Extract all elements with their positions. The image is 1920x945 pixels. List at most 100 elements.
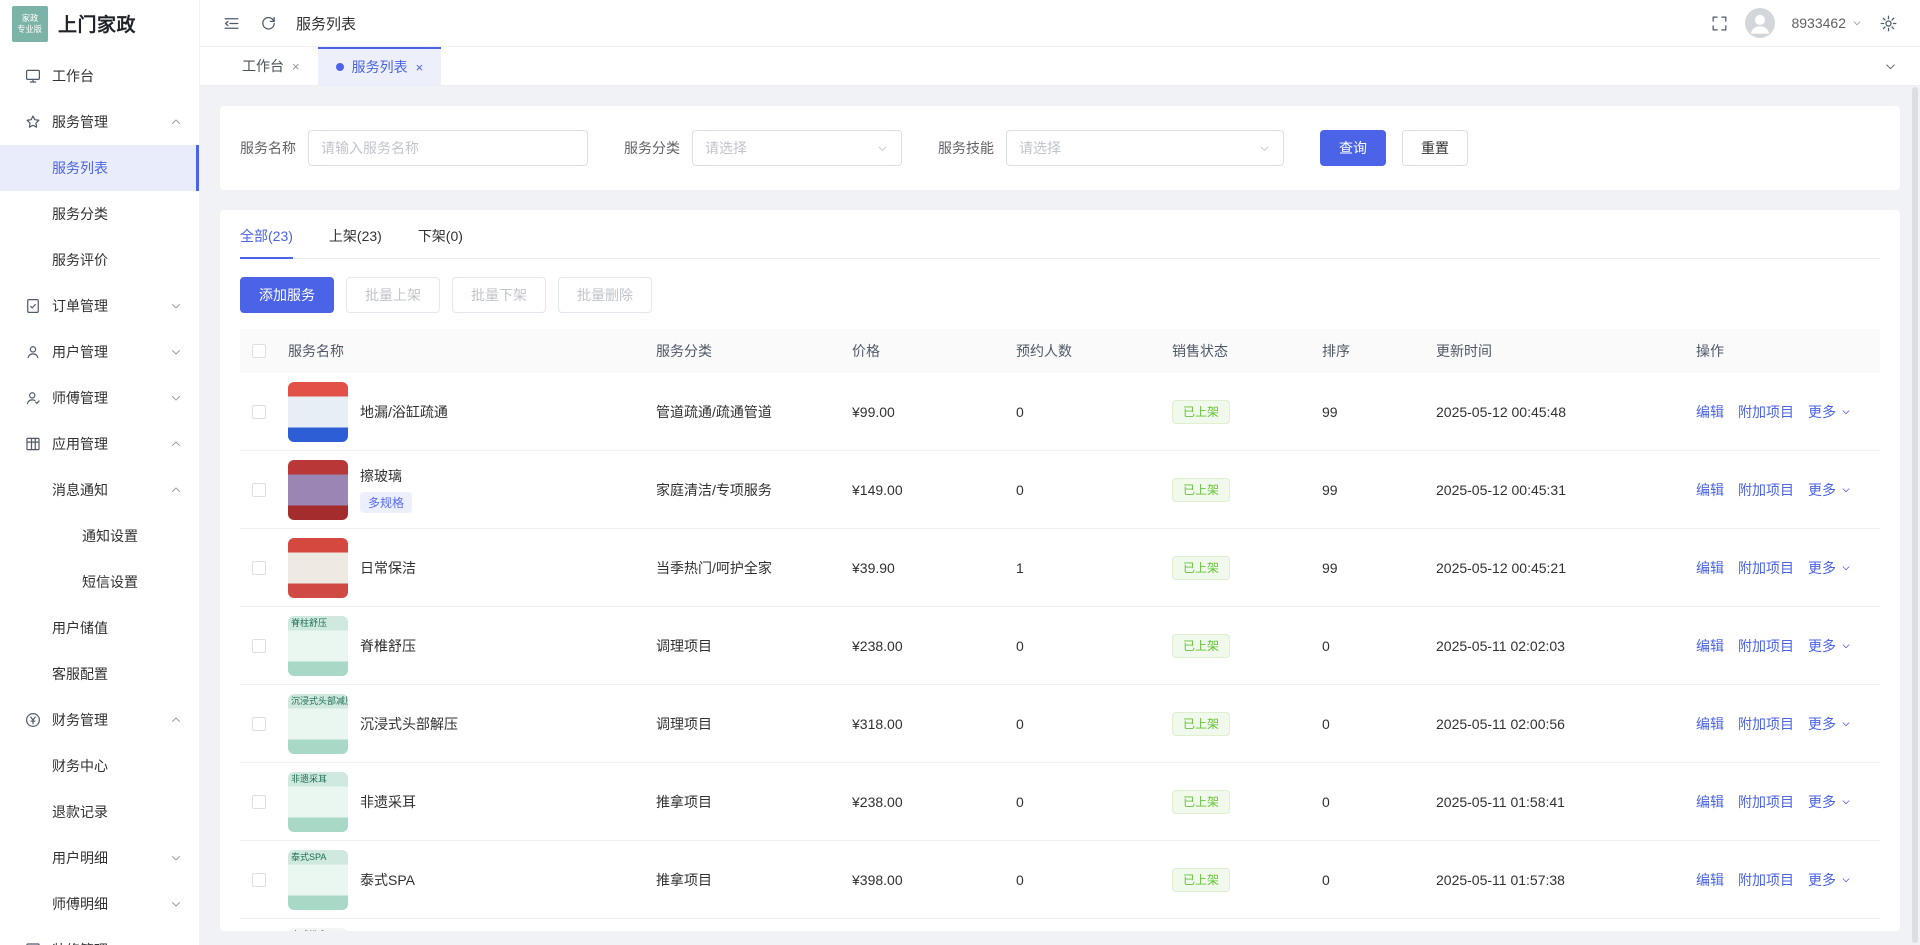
service-name: 脊椎舒压: [360, 636, 416, 656]
sidebar-item[interactable]: 服务评价: [0, 237, 199, 283]
addon-items-link[interactable]: 附加项目: [1738, 714, 1794, 734]
service-category: 当季热门/呵护全家: [656, 558, 852, 578]
edit-link[interactable]: 编辑: [1696, 402, 1724, 422]
more-link[interactable]: 更多: [1808, 714, 1852, 734]
topbar-right: 8933462: [1710, 8, 1898, 38]
sidebar-item-label: 服务评价: [52, 250, 108, 270]
more-link[interactable]: 更多: [1808, 870, 1852, 890]
sidebar-item[interactable]: 退款记录: [0, 789, 199, 835]
more-link[interactable]: 更多: [1808, 480, 1852, 500]
sidebar-item[interactable]: 应用管理: [0, 421, 199, 467]
avatar[interactable]: [1745, 8, 1775, 38]
sidebar-item[interactable]: 服务列表: [0, 145, 199, 191]
search-button[interactable]: 查询: [1320, 130, 1386, 166]
sidebar-item[interactable]: 短信设置: [0, 559, 199, 605]
reset-button[interactable]: 重置: [1402, 130, 1468, 166]
row-checkbox[interactable]: [252, 561, 266, 575]
tab-workbench[interactable]: 工作台 ×: [224, 47, 318, 85]
sidebar-item-label: 工作台: [52, 66, 94, 86]
booking-count: 0: [1016, 482, 1172, 498]
row-checkbox[interactable]: [252, 639, 266, 653]
row-checkbox[interactable]: [252, 795, 266, 809]
row-checkbox[interactable]: [252, 405, 266, 419]
service-skill-select[interactable]: 请选择: [1006, 130, 1284, 166]
brand: 家政 专业版 上门家政: [0, 0, 199, 47]
sidebar-item[interactable]: 工作台: [0, 53, 199, 99]
more-link[interactable]: 更多: [1808, 402, 1852, 422]
sidebar-item[interactable]: 服务分类: [0, 191, 199, 237]
row-checkbox[interactable]: [252, 873, 266, 887]
tab-list-dropdown[interactable]: [1883, 47, 1898, 85]
addon-items-link[interactable]: 附加项目: [1738, 636, 1794, 656]
close-icon[interactable]: ×: [292, 59, 300, 74]
edit-link[interactable]: 编辑: [1696, 480, 1724, 500]
batch-button[interactable]: 批量上架: [346, 277, 440, 313]
sidebar-item[interactable]: 财务管理: [0, 697, 199, 743]
document-icon: [24, 297, 42, 315]
gear-icon[interactable]: [1879, 14, 1898, 33]
more-link[interactable]: 更多: [1808, 558, 1852, 578]
sidebar-item[interactable]: 财务中心: [0, 743, 199, 789]
column-header: 服务名称: [288, 341, 656, 361]
addon-items-link[interactable]: 附加项目: [1738, 792, 1794, 812]
service-name: 擦玻璃: [360, 466, 412, 486]
select-all-checkbox[interactable]: [252, 344, 266, 358]
updated-time: 2025-05-12 00:45:48: [1436, 404, 1696, 420]
status-cell: 已上架: [1172, 715, 1322, 732]
service-name-input[interactable]: [308, 130, 588, 166]
status-cell: 已上架: [1172, 403, 1322, 420]
service-category-select[interactable]: 请选择: [692, 130, 902, 166]
more-link[interactable]: 更多: [1808, 636, 1852, 656]
batch-button[interactable]: 批量删除: [558, 277, 652, 313]
collapse-sidebar-icon[interactable]: [222, 14, 241, 33]
edit-link[interactable]: 编辑: [1696, 714, 1724, 734]
sidebar-item[interactable]: 客服配置: [0, 651, 199, 697]
sidebar-item[interactable]: 师傅管理: [0, 375, 199, 421]
fullscreen-icon[interactable]: [1710, 14, 1729, 33]
user-menu[interactable]: 8933462: [1791, 15, 1863, 31]
edit-link[interactable]: 编辑: [1696, 636, 1724, 656]
table-body: 地漏/浴缸疏通管道疏通/疏通管道¥99.000已上架992025-05-12 0…: [240, 373, 1880, 931]
grid-icon: [24, 435, 42, 453]
edit-link[interactable]: 编辑: [1696, 870, 1724, 890]
sidebar-item[interactable]: 用户储值: [0, 605, 199, 651]
add-service-button[interactable]: 添加服务: [240, 277, 334, 313]
status-cell: 已上架: [1172, 871, 1322, 888]
chevron-down-icon: [169, 851, 183, 865]
sidebar-item[interactable]: 订单管理: [0, 283, 199, 329]
refresh-icon[interactable]: [259, 14, 278, 33]
scrollbar-thumb[interactable]: [1912, 87, 1918, 943]
sidebar-item[interactable]: 用户管理: [0, 329, 199, 375]
sidebar-item[interactable]: 师傅明细: [0, 881, 199, 927]
user-icon: [24, 343, 42, 361]
edit-link[interactable]: 编辑: [1696, 558, 1724, 578]
batch-button[interactable]: 批量下架: [452, 277, 546, 313]
edit-link[interactable]: 编辑: [1696, 792, 1724, 812]
sidebar-item[interactable]: 用户明细: [0, 835, 199, 881]
close-icon[interactable]: ×: [416, 60, 424, 75]
addon-items-link[interactable]: 附加项目: [1738, 870, 1794, 890]
table-row: 沉浸式头部减压沉浸式头部解压调理项目¥318.000已上架02025-05-11…: [240, 685, 1880, 763]
column-header: 更新时间: [1436, 341, 1696, 361]
row-checkbox[interactable]: [252, 483, 266, 497]
scrollbar[interactable]: [1912, 87, 1919, 943]
addon-items-link[interactable]: 附加项目: [1738, 402, 1794, 422]
sidebar-item[interactable]: 服务管理: [0, 99, 199, 145]
tab-label: 工作台: [242, 56, 284, 76]
status-tab[interactable]: 上架(23): [329, 226, 382, 258]
service-category: 调理项目: [656, 714, 852, 734]
status-tab[interactable]: 下架(0): [418, 226, 463, 258]
more-link[interactable]: 更多: [1808, 792, 1852, 812]
sidebar-item[interactable]: 装修管理: [0, 927, 199, 945]
table-row: 日常保洁当季热门/呵护全家¥39.901已上架992025-05-12 00:4…: [240, 529, 1880, 607]
row-checkbox[interactable]: [252, 717, 266, 731]
sidebar-item-label: 通知设置: [82, 526, 138, 546]
addon-items-link[interactable]: 附加项目: [1738, 480, 1794, 500]
sort-order: 0: [1322, 794, 1436, 810]
sidebar-item[interactable]: 消息通知: [0, 467, 199, 513]
status-tab[interactable]: 全部(23): [240, 226, 293, 258]
sidebar-item[interactable]: 通知设置: [0, 513, 199, 559]
addon-items-link[interactable]: 附加项目: [1738, 558, 1794, 578]
tab-service-list[interactable]: 服务列表 ×: [318, 47, 442, 85]
thumbnail-caption: 非遗采耳: [291, 775, 327, 785]
